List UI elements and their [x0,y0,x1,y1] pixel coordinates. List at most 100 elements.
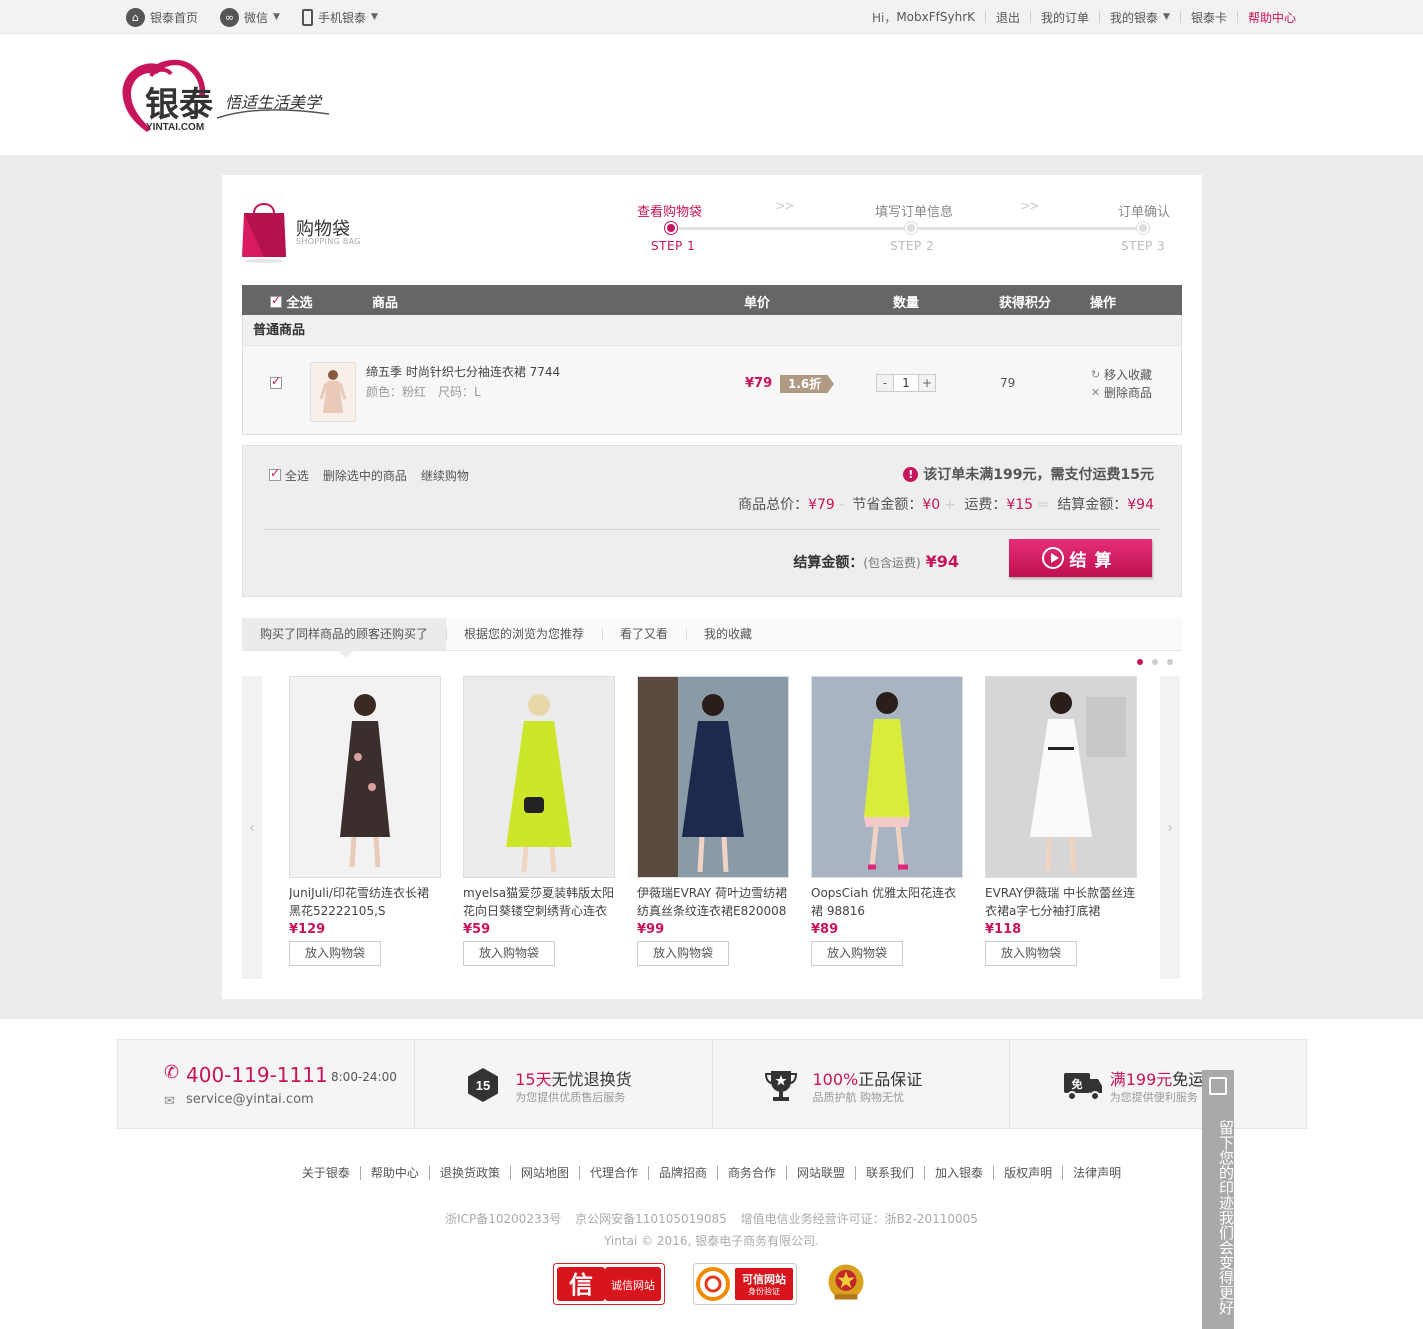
qty-input[interactable]: 1 [893,375,919,391]
home-icon: ⌂ [126,7,145,27]
step-1-label: 查看购物袋 [637,205,703,220]
checkout-button[interactable]: 结算 [1009,539,1152,577]
product-image[interactable] [637,676,789,878]
hotline: 400-119-1111 [186,1063,328,1087]
add-to-bag-button[interactable]: 放入购物袋 [811,941,903,966]
product-image[interactable] [811,676,963,878]
yintai-logo[interactable]: 银泰 YINTAI.COM 悟适生活美学 [117,56,337,146]
product-name[interactable]: EVRAY伊薇瑞 中长款蕾丝连衣裙a字七分袖打底裙 [985,884,1137,920]
product-price: ¥129 [289,922,326,937]
chevron-down-icon: ▼ [1163,12,1170,22]
checkbox-checked-icon[interactable] [270,293,282,308]
add-to-bag-button[interactable]: 放入购物袋 [637,941,729,966]
footer-link[interactable]: 商务合作 [717,1166,787,1180]
shipping-warning: ! 该订单未满199元，需支付运费15元 [903,464,1154,484]
yintai-card-link[interactable]: 银泰卡 [1191,9,1227,26]
item-thumbnail[interactable] [310,362,356,422]
phone-icon: ✆ [164,1062,180,1083]
footer-link[interactable]: 联系我们 [855,1166,925,1180]
product-name[interactable]: OopsCiah 优雅太阳花连衣裙 98816 [811,884,963,920]
checkbox-checked-icon[interactable] [269,466,281,481]
username-link[interactable]: MobxFfSyhrK [896,10,975,24]
service-hours: 8:00-24:00 [331,1070,397,1084]
footer-link[interactable]: 版权声明 [993,1166,1063,1180]
mobile-menu[interactable]: 手机银泰 ▼ [301,8,378,26]
delete-selected-link[interactable]: 删除选中的商品 [323,467,407,484]
select-all-bottom[interactable]: 全选 [269,466,309,484]
chevron-down-icon: ▼ [370,12,378,22]
delete-item-button[interactable]: ✕ 删除商品 [1091,384,1152,402]
logout-link[interactable]: 退出 [996,9,1020,26]
my-orders-link[interactable]: 我的订单 [1041,9,1089,26]
select-all-header[interactable]: 全选 [270,292,313,311]
quantity-stepper: - 1 + [876,374,936,392]
move-to-favorites-button[interactable]: ↻ 移入收藏 [1091,366,1152,384]
recommendation-tabs: 购买了同样商品的顾客还购买了 根据您的浏览为您推荐 看了又看 我的收藏 [242,618,1182,658]
continue-shopping-link[interactable]: 继续购物 [421,467,469,484]
product-image[interactable] [985,676,1137,878]
tab-viewed-also[interactable]: 看了又看 [602,618,686,650]
verified-site-badge[interactable]: 可信网站 身份验证 [693,1263,797,1305]
add-to-bag-button[interactable]: 放入购物袋 [463,941,555,966]
logo-brand: 银泰 [145,86,214,124]
footer-link[interactable]: 退换货政策 [428,1166,510,1180]
service-title: 100%正品保证 [812,1070,923,1089]
checkout-steps: 查看购物袋 >> 填写订单信息 >> 订单确认 STEP 1 STEP 2 ST… [637,199,1170,279]
product-image[interactable] [289,676,441,878]
qty-decrease-button[interactable]: - [877,375,893,391]
item-name-link[interactable]: 缔五季 时尚针织七分袖连衣裙 7744 [366,363,560,380]
tab-also-bought[interactable]: 购买了同样商品的顾客还购买了 [242,618,447,658]
service-email[interactable]: service@yintai.com [186,1092,314,1107]
wechat-menu[interactable]: ∞ 微信 ▼ [220,7,280,27]
police-emblem-icon[interactable] [823,1261,869,1303]
footer-link[interactable]: 网站联盟 [786,1166,856,1180]
add-to-bag-button[interactable]: 放入购物袋 [289,941,381,966]
footer-link[interactable]: 法律声明 [1062,1166,1132,1180]
cart-group: 普通商品 缔五季 时尚针织七分袖连衣裙 7744 颜色：粉红 尺码：L ¥79 … [242,315,1182,435]
product-name[interactable]: myelsa猫爱莎夏装韩版太阳花向日葵镂空刺绣背心连衣 [463,884,615,920]
product-name[interactable]: JuniJuli/印花雪纺连衣长裙 黑花52222105,S [289,884,441,920]
add-to-bag-button[interactable]: 放入购物袋 [985,941,1077,966]
tab-my-favorites[interactable]: 我的收藏 [686,618,770,650]
home-link[interactable]: ⌂ 银泰首页 [126,7,198,27]
close-icon: ✕ [1091,386,1101,399]
carousel-next-button[interactable]: › [1160,676,1180,979]
return-cell: 15 15天无忧退换货 为您提供优质售后服务 [415,1040,713,1128]
product-name[interactable]: 伊薇瑞EVRAY 荷叶边雪纺裙 纺真丝条纹连衣裙E820008 [637,884,789,920]
item-points: 79 [1000,376,1016,390]
carousel-prev-button[interactable]: ‹ [242,676,262,979]
my-yintai-menu[interactable]: 我的银泰 ▼ [1110,9,1170,26]
footer-link[interactable]: 网站地图 [509,1166,579,1180]
footer-link[interactable]: 关于银泰 [292,1166,360,1180]
footer-link[interactable]: 帮助中心 [359,1166,429,1180]
carousel-dot[interactable] [1167,659,1173,665]
edit-icon [1209,1077,1227,1095]
divider [1099,11,1101,23]
product-image[interactable] [463,676,615,878]
footer-link[interactable]: 品牌招商 [647,1166,717,1180]
step-1-dot [665,222,677,234]
qty-increase-button[interactable]: + [919,375,935,391]
service-bar: ✆ 400-119-1111 8:00-24:00 ✉ service@yint… [117,1039,1307,1129]
cart-summary: 全选 删除选中的商品 继续购物 ! 该订单未满199元，需支付运费15元 商品总… [242,445,1182,597]
telecom-license[interactable]: 增值电信业务经营许可证：浙B2-20110005 [741,1212,978,1226]
chevron-right-icon: › [1167,819,1173,836]
free-shipping-cell: 免 满199元免运费 为您提供便利服务 [1010,1040,1306,1128]
trusted-site-badge[interactable]: 信 诚信网站 [553,1263,665,1305]
carousel-dot[interactable] [1137,659,1143,665]
divider [1030,11,1032,23]
icp-number[interactable]: 浙ICP备10200233号 [445,1212,561,1226]
item-checkbox[interactable] [270,374,282,389]
help-center-link[interactable]: 帮助中心 [1248,9,1296,26]
footer-link[interactable]: 加入银泰 [924,1166,994,1180]
genuine-cell: 100%正品保证 品质护航 购物无忧 [713,1040,1010,1128]
footer-link[interactable]: 代理合作 [578,1166,648,1180]
feedback-tab[interactable]: 留下您的印迹我们会变得更好 [1202,1070,1235,1329]
police-record[interactable]: 京公网安备110105019085 [575,1212,727,1226]
svg-text:信: 信 [569,1271,593,1299]
tab-browsing-recommend[interactable]: 根据您的浏览为您推荐 [446,618,602,650]
carousel-dot[interactable] [1152,659,1158,665]
product-card: EVRAY伊薇瑞 中长款蕾丝连衣裙a字七分袖打底裙 ¥118 放入购物袋 [985,676,1137,966]
product-price: ¥99 [637,922,665,937]
mail-icon: ✉ [164,1094,175,1109]
